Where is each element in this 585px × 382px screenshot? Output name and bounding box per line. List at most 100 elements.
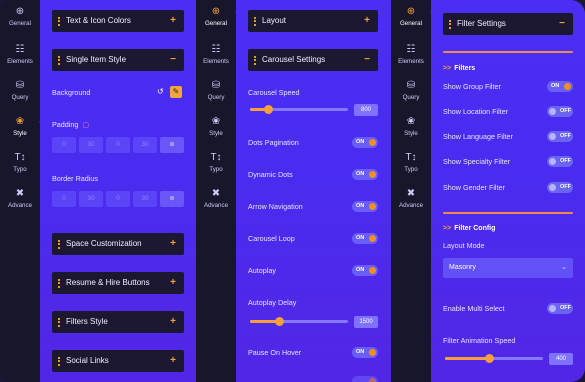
toggle-text: ON	[356, 267, 365, 273]
drag-handle-icon[interactable]	[58, 279, 60, 288]
autoplay-delay-value[interactable]: 1500	[354, 316, 378, 328]
toggle-text: ON	[356, 139, 365, 145]
toggle-text: ON	[356, 349, 365, 355]
nav-advance[interactable]: ✖ Advance	[0, 188, 40, 210]
reset-icon[interactable]: ↺	[157, 87, 164, 96]
single-item-style-accordion[interactable]: Single Item Style −	[52, 49, 184, 71]
nav-elements[interactable]: ☷ Elements	[196, 44, 236, 66]
arrow-navigation-toggle[interactable]: ON	[352, 201, 378, 212]
link-icon[interactable]: ⊕	[160, 137, 184, 153]
carousel-speed-label: Carousel Speed	[248, 88, 300, 97]
show-language-filter-toggle[interactable]: OFF	[547, 131, 573, 142]
radius-right-input[interactable]: 30	[79, 191, 103, 207]
nav-style[interactable]: ❀ Style	[0, 116, 44, 138]
nav-query[interactable]: ⛁ Query	[391, 80, 431, 102]
padding-bottom-input[interactable]: 0	[106, 137, 130, 153]
nav-style[interactable]: ❀ Style	[391, 116, 431, 138]
filter-animation-speed-label: Filter Animation Speed	[443, 336, 516, 345]
nav-query[interactable]: ⛁ Query	[196, 80, 236, 102]
nav-typo[interactable]: T↕ Typo	[196, 152, 236, 174]
nav-label: Typo	[13, 166, 27, 173]
carousel-loop-toggle[interactable]: ON	[352, 233, 378, 244]
dots-pagination-toggle[interactable]: ON	[352, 137, 378, 148]
monitor-icon[interactable]: ▢	[82, 121, 89, 131]
drag-handle-icon[interactable]	[58, 357, 60, 366]
filter-animation-slider[interactable]	[445, 354, 543, 363]
slider-thumb[interactable]	[275, 317, 285, 326]
section-divider	[443, 212, 573, 214]
filter-settings-accordion[interactable]: Filter Settings −	[443, 13, 573, 35]
show-gender-filter-toggle[interactable]: OFF	[547, 182, 573, 193]
drag-handle-icon[interactable]	[254, 17, 256, 26]
padding-label: Padding ▢	[52, 120, 89, 131]
border-radius-inputs: 0 30 0 30 ⊕	[52, 191, 184, 207]
dynamic-dots-toggle[interactable]: ON	[352, 169, 378, 180]
app-frame: ⊕ General ☷ Elements ⛁ Query ❀ Style T↕ Typo …	[0, 0, 585, 382]
nav-general[interactable]: ⊕ General	[0, 6, 40, 28]
nav-style[interactable]: ❀ Style	[196, 116, 236, 138]
padding-left-input[interactable]: 30	[133, 137, 157, 153]
enable-multi-select-toggle[interactable]: OFF	[547, 303, 573, 314]
link-icon[interactable]: ⊕	[160, 191, 184, 207]
nav-advance[interactable]: ✖ Advance	[196, 188, 236, 210]
show-group-filter-toggle[interactable]: ON	[547, 81, 573, 92]
toggle-text: ON	[551, 83, 560, 89]
nav-advance[interactable]: ✖ Advance	[391, 188, 431, 210]
radius-top-input[interactable]: 0	[52, 191, 76, 207]
palette-icon: ❀	[15, 116, 25, 127]
drag-handle-icon[interactable]	[58, 56, 60, 65]
padding-right-input[interactable]: 30	[79, 137, 103, 153]
border-radius-label: Border Radius	[52, 174, 98, 183]
nav-elements[interactable]: ☷ Elements	[391, 44, 431, 66]
plus-icon: +	[170, 238, 176, 249]
section-title: Filter Config	[454, 225, 496, 232]
autoplay-delay-slider[interactable]	[250, 317, 348, 326]
padding-top-input[interactable]: 0	[52, 137, 76, 153]
nav-general[interactable]: ⊕ General	[196, 6, 240, 28]
next-toggle[interactable]	[352, 376, 378, 382]
carousel-settings-accordion[interactable]: Carousel Settings −	[248, 49, 378, 71]
carousel-speed-slider[interactable]	[250, 105, 348, 114]
autoplay-toggle[interactable]: ON	[352, 265, 378, 276]
nav-label: Advance	[7, 202, 33, 209]
drag-handle-icon[interactable]	[58, 318, 60, 327]
toggle-knob	[369, 235, 376, 242]
drag-handle-icon[interactable]	[449, 20, 451, 29]
layout-accordion[interactable]: Layout +	[248, 10, 378, 32]
drag-handle-icon[interactable]	[58, 17, 60, 26]
typography-icon: T↕	[210, 152, 222, 163]
nav-typo[interactable]: T↕ Typo	[0, 152, 40, 174]
toggle-knob	[549, 305, 556, 312]
filters-style-accordion[interactable]: Filters Style +	[52, 311, 184, 333]
nav-query[interactable]: ⛁ Query	[0, 80, 40, 102]
space-customization-accordion[interactable]: Space Customization +	[52, 233, 184, 255]
enable-multi-select-label: Enable Multi Select	[443, 304, 505, 313]
social-links-accordion[interactable]: Social Links +	[52, 350, 184, 372]
pause-on-hover-toggle[interactable]: ON	[352, 347, 378, 358]
nav-label: Elements	[398, 58, 424, 65]
carousel-speed-value[interactable]: 800	[354, 104, 378, 116]
filter-animation-value[interactable]: 400	[549, 353, 573, 365]
slider-thumb[interactable]	[263, 105, 273, 114]
drag-handle-icon[interactable]	[58, 240, 60, 249]
radius-bottom-input[interactable]: 0	[106, 191, 130, 207]
resume-hire-accordion[interactable]: Resume & Hire Buttons +	[52, 272, 184, 294]
drag-handle-icon[interactable]	[254, 56, 256, 65]
show-specialty-filter-toggle[interactable]: OFF	[547, 156, 573, 167]
nav-general[interactable]: ⊕ General	[391, 6, 435, 28]
text-icon-colors-accordion[interactable]: Text & Icon Colors +	[52, 10, 184, 32]
filter-content: Filter Settings − >> Filters Show Group Fi…	[431, 0, 585, 382]
filter-config-heading: >> Filter Config	[443, 225, 495, 232]
slider-thumb[interactable]	[485, 354, 495, 363]
nav-typo[interactable]: T↕ Typo	[391, 152, 431, 174]
show-location-filter-toggle[interactable]: OFF	[547, 106, 573, 117]
nav-label: General	[8, 20, 31, 27]
radius-left-input[interactable]: 30	[133, 191, 157, 207]
padding-inputs: 0 30 0 30 ⊕	[52, 137, 184, 153]
layout-mode-select[interactable]: Masonry ⌄	[443, 258, 573, 278]
show-group-filter-label: Show Group Filter	[443, 82, 501, 91]
nav-elements[interactable]: ☷ Elements	[0, 44, 40, 66]
pencil-icon[interactable]: ✎	[170, 86, 182, 98]
toggle-text: OFF	[560, 108, 571, 114]
tools-icon: ✖	[406, 188, 416, 199]
